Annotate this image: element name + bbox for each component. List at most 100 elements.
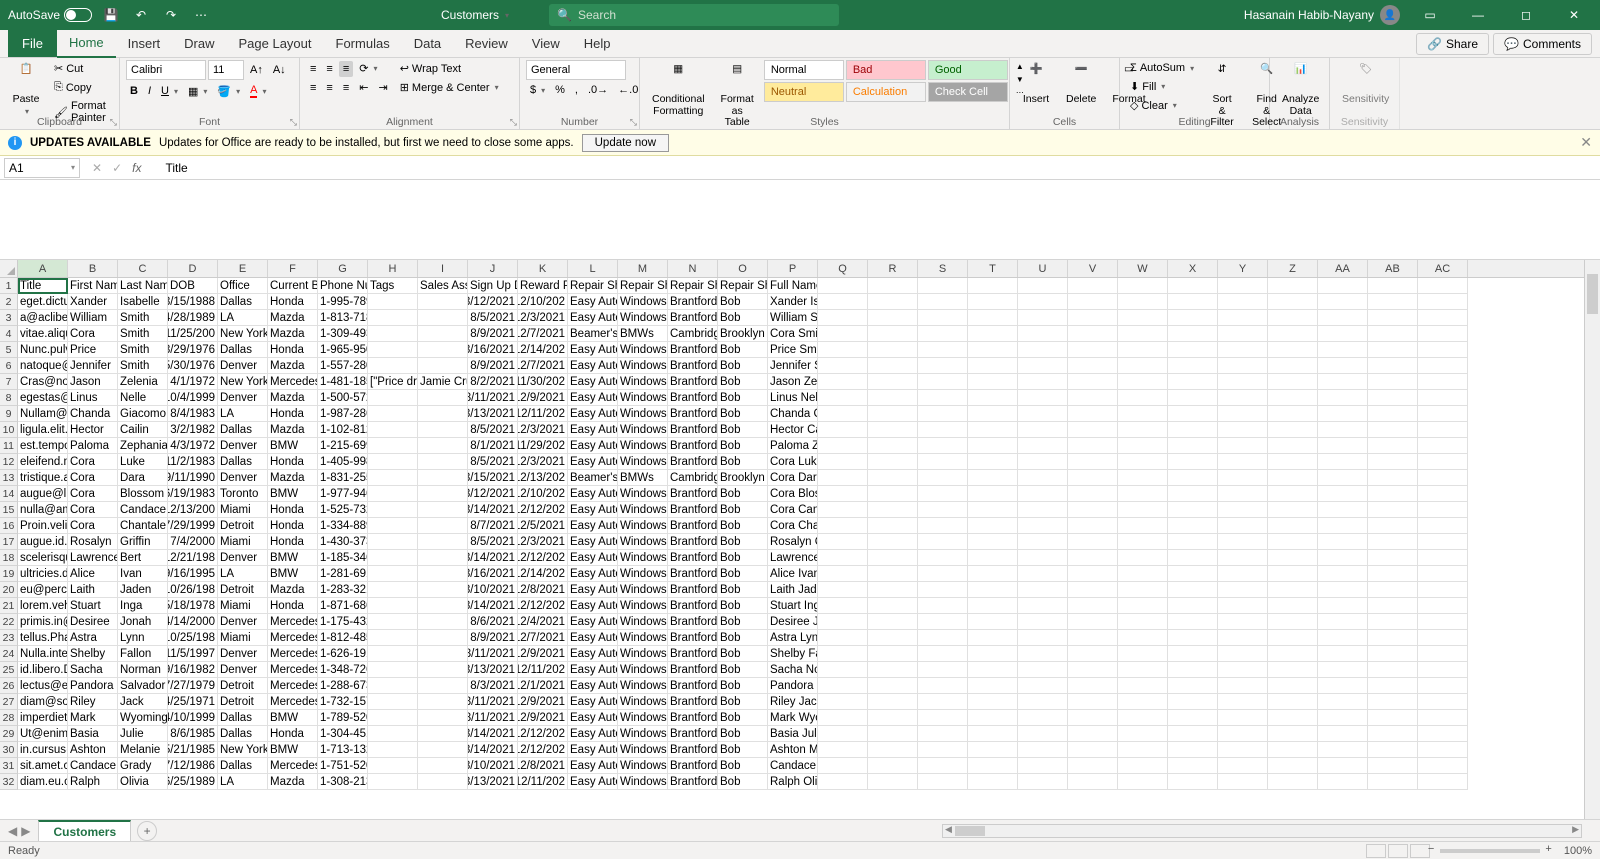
cell[interactable]: 1-557-280-1625 bbox=[318, 358, 368, 374]
cell[interactable]: 12/7/2021 bbox=[518, 358, 568, 374]
cell[interactable]: Ashton Melanie bbox=[768, 742, 818, 758]
column-header-Z[interactable]: Z bbox=[1268, 260, 1318, 277]
cell[interactable] bbox=[868, 374, 918, 390]
cell[interactable] bbox=[1418, 534, 1468, 550]
sheet-tab-customers[interactable]: Customers bbox=[38, 820, 131, 842]
cell[interactable]: BMW bbox=[268, 710, 318, 726]
cell[interactable]: 11/25/200 bbox=[168, 326, 218, 342]
cell[interactable] bbox=[1018, 774, 1068, 790]
cell[interactable]: Denver bbox=[218, 662, 268, 678]
cell[interactable]: Denver bbox=[218, 550, 268, 566]
cell[interactable]: Honda bbox=[268, 534, 318, 550]
cell[interactable]: Dallas bbox=[218, 454, 268, 470]
cell[interactable] bbox=[1118, 662, 1168, 678]
row-header[interactable]: 26 bbox=[0, 678, 18, 694]
cell[interactable] bbox=[868, 502, 918, 518]
cell[interactable] bbox=[1018, 454, 1068, 470]
italic-button[interactable]: I bbox=[144, 83, 155, 99]
cell[interactable]: Easy Auto bbox=[568, 678, 618, 694]
cell[interactable]: 1-789-520-1789 bbox=[318, 710, 368, 726]
cell[interactable] bbox=[1318, 582, 1368, 598]
cell[interactable]: Honda bbox=[268, 502, 318, 518]
cell[interactable]: Bob bbox=[718, 774, 768, 790]
cell[interactable] bbox=[1268, 374, 1318, 390]
cell[interactable] bbox=[1168, 454, 1218, 470]
cell[interactable]: 7/4/2000 bbox=[168, 534, 218, 550]
minimize-icon[interactable]: — bbox=[1460, 3, 1496, 27]
cell[interactable] bbox=[1168, 774, 1218, 790]
copy-button[interactable]: ⎘Copy bbox=[50, 79, 113, 96]
cell[interactable] bbox=[1068, 678, 1118, 694]
tab-review[interactable]: Review bbox=[453, 30, 520, 57]
cell[interactable] bbox=[1268, 598, 1318, 614]
cell[interactable] bbox=[1218, 422, 1268, 438]
cell[interactable]: Windows bbox=[618, 342, 668, 358]
cell[interactable] bbox=[418, 630, 468, 646]
cell[interactable] bbox=[868, 614, 918, 630]
cell[interactable]: 12/10/202 bbox=[518, 294, 568, 310]
cell[interactable] bbox=[1418, 470, 1468, 486]
cell[interactable] bbox=[918, 278, 968, 294]
cell[interactable] bbox=[818, 342, 868, 358]
undo-icon[interactable]: ↶ bbox=[130, 4, 152, 26]
cell[interactable] bbox=[418, 294, 468, 310]
cell[interactable] bbox=[1418, 710, 1468, 726]
cell[interactable]: 1-283-321-7855 bbox=[318, 582, 368, 598]
cell[interactable] bbox=[418, 694, 468, 710]
cell[interactable]: William bbox=[68, 310, 118, 326]
cell[interactable]: 1-481-185- bbox=[318, 374, 368, 390]
cell[interactable] bbox=[1368, 374, 1418, 390]
cell[interactable] bbox=[1318, 630, 1368, 646]
cell[interactable]: 11/2/1983 bbox=[168, 454, 218, 470]
cell[interactable] bbox=[418, 502, 468, 518]
cell[interactable] bbox=[1218, 534, 1268, 550]
cell[interactable] bbox=[1318, 566, 1368, 582]
cell[interactable] bbox=[418, 678, 468, 694]
cell[interactable]: 12/12/202 bbox=[518, 502, 568, 518]
row-header[interactable]: 24 bbox=[0, 646, 18, 662]
msgbar-close-icon[interactable]: ✕ bbox=[1580, 134, 1592, 151]
cell[interactable] bbox=[1318, 598, 1368, 614]
cell[interactable] bbox=[368, 438, 418, 454]
cell[interactable]: 11/5/1997 bbox=[168, 646, 218, 662]
cell[interactable] bbox=[418, 662, 468, 678]
cell[interactable]: 1-831-255-0242 bbox=[318, 470, 368, 486]
row-header[interactable]: 4 bbox=[0, 326, 18, 342]
cell[interactable]: Easy Auto bbox=[568, 518, 618, 534]
cell[interactable] bbox=[1068, 550, 1118, 566]
cell[interactable] bbox=[1218, 630, 1268, 646]
cell[interactable]: Alice Ivan bbox=[768, 566, 818, 582]
cell[interactable] bbox=[1318, 710, 1368, 726]
cell[interactable]: Bert bbox=[118, 550, 168, 566]
cell[interactable] bbox=[1118, 598, 1168, 614]
row-header[interactable]: 30 bbox=[0, 742, 18, 758]
cell[interactable]: Windows bbox=[618, 678, 668, 694]
cell[interactable] bbox=[1318, 742, 1368, 758]
cell[interactable] bbox=[368, 470, 418, 486]
cell[interactable] bbox=[1368, 326, 1418, 342]
cell[interactable]: Dallas bbox=[218, 342, 268, 358]
search-input[interactable]: 🔍 Search bbox=[549, 4, 839, 26]
cell[interactable]: Cora bbox=[68, 326, 118, 342]
cell[interactable] bbox=[1068, 566, 1118, 582]
cell[interactable]: Windows bbox=[618, 374, 668, 390]
cell[interactable]: 12/9/2021 bbox=[518, 646, 568, 662]
cell[interactable]: 8/29/1976 bbox=[168, 342, 218, 358]
cell[interactable]: Griffin bbox=[118, 534, 168, 550]
cell[interactable] bbox=[1418, 582, 1468, 598]
cell[interactable]: Bob bbox=[718, 678, 768, 694]
cell[interactable]: DOB bbox=[168, 278, 218, 294]
cell[interactable]: New York bbox=[218, 742, 268, 758]
cell[interactable] bbox=[968, 742, 1018, 758]
cell[interactable] bbox=[968, 566, 1018, 582]
cell[interactable] bbox=[918, 678, 968, 694]
cell[interactable] bbox=[1368, 694, 1418, 710]
cell[interactable]: eget.dictu bbox=[18, 294, 68, 310]
cell[interactable]: augue@lu bbox=[18, 486, 68, 502]
cell[interactable]: in.cursus@ bbox=[18, 742, 68, 758]
cell[interactable]: Windows bbox=[618, 454, 668, 470]
cell[interactable]: Lawrence bbox=[68, 550, 118, 566]
cell[interactable]: Jennifer Smith bbox=[768, 358, 818, 374]
cell[interactable] bbox=[1068, 422, 1118, 438]
cell[interactable]: Denver bbox=[218, 470, 268, 486]
